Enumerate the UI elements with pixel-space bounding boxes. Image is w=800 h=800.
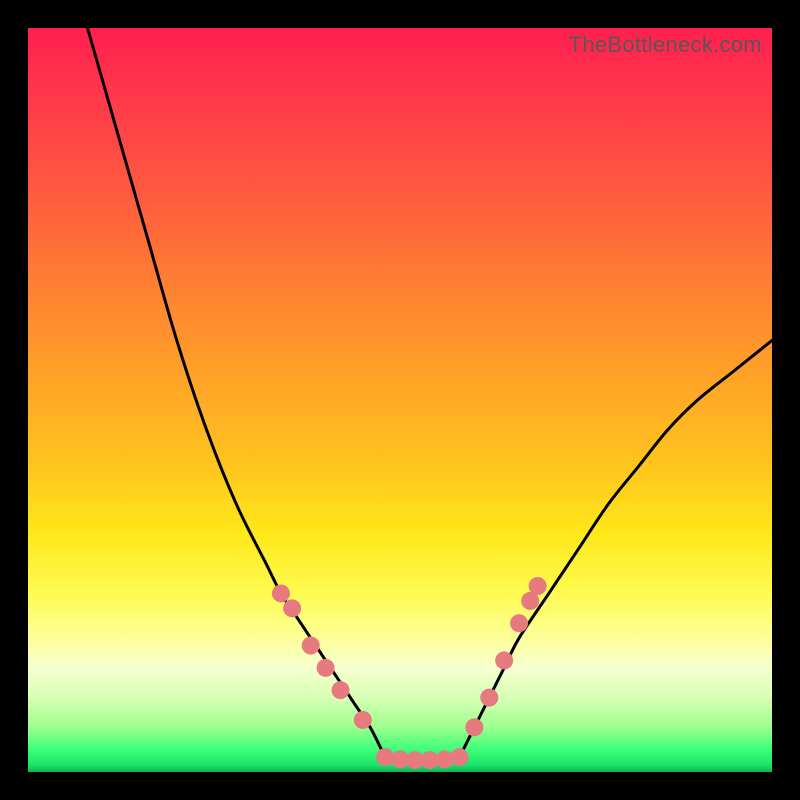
data-marker — [465, 718, 483, 736]
bottleneck-curve — [88, 28, 772, 761]
data-marker — [480, 689, 498, 707]
data-marker — [283, 599, 301, 617]
plot-area: TheBottleneck.com — [28, 28, 772, 772]
series-markers — [272, 577, 547, 769]
data-marker — [302, 637, 320, 655]
data-marker — [272, 584, 290, 602]
series-lines — [88, 28, 772, 761]
data-marker — [495, 651, 513, 669]
data-marker — [354, 711, 372, 729]
data-marker — [331, 681, 349, 699]
data-marker — [451, 748, 469, 766]
data-marker — [510, 614, 528, 632]
data-marker — [317, 659, 335, 677]
data-marker — [529, 577, 547, 595]
chart-frame: TheBottleneck.com — [0, 0, 800, 800]
chart-svg — [28, 28, 772, 772]
